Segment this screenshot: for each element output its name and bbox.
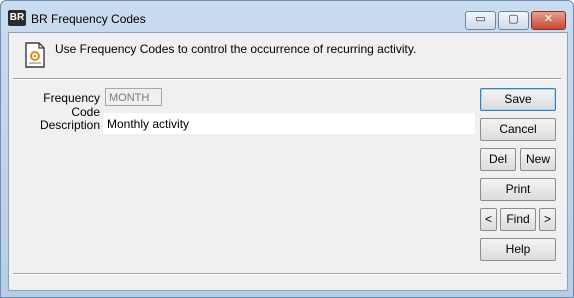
title-bar[interactable]: BR BR Frequency Codes ▭ ▢ ✕ [1,1,573,32]
footer-divider [13,273,561,275]
maximize-button[interactable]: ▢ [498,11,529,30]
cancel-button[interactable]: Cancel [480,118,556,141]
delete-button[interactable]: Del [480,148,516,171]
header-divider [13,78,561,80]
client-area: Use Frequency Codes to control the occur… [8,32,568,291]
help-button[interactable]: Help [480,238,556,261]
app-icon: BR [8,10,26,26]
frequency-codes-window: BR BR Frequency Codes ▭ ▢ ✕ Use Frequenc… [0,0,574,298]
save-button[interactable]: Save [480,88,556,111]
frequency-code-label: Frequency Code [43,91,100,119]
description-field[interactable]: Monthly activity [103,113,475,134]
print-button[interactable]: Print [480,178,556,201]
previous-button[interactable]: < [480,208,497,231]
header-message: Use Frequency Codes to control the occur… [55,42,417,56]
minimize-button[interactable]: ▭ [465,11,496,30]
next-button[interactable]: > [539,208,556,231]
document-gear-icon [25,42,45,68]
new-button[interactable]: New [520,148,556,171]
frequency-code-field: MONTH [105,88,162,106]
window-title: BR Frequency Codes [31,12,146,26]
find-button[interactable]: Find [500,208,536,231]
description-label: Description [39,118,100,132]
close-button[interactable]: ✕ [531,11,566,30]
